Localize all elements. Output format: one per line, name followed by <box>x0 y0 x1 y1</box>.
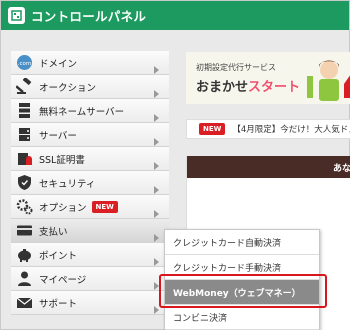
control-panel-logo-icon <box>8 7 25 24</box>
submenu-webmoney[interactable]: WebMoney（ウェブマネー） <box>165 280 319 305</box>
sidebar: .com ドメイン オークション 無料ネームサーバー サーバー SSL証明書 セ… <box>11 51 169 315</box>
sidebar-item-points[interactable]: ポイント <box>11 243 169 267</box>
chevron-right-icon <box>154 107 159 122</box>
chevron-right-icon <box>154 275 159 290</box>
domain-com-icon: .com <box>16 54 33 71</box>
sidebar-item-mypage[interactable]: マイページ <box>11 267 169 291</box>
sidebar-item-free-nameserver[interactable]: 無料ネームサーバー <box>11 99 169 123</box>
page-title: コントロールパネル <box>31 9 147 24</box>
sidebar-item-server[interactable]: サーバー <box>11 123 169 147</box>
promo-banner[interactable]: 初期設定代行サービス おまかせスタート <box>186 52 350 104</box>
sidebar-item-ssl[interactable]: SSL証明書 <box>11 147 169 171</box>
sidebar-item-payment[interactable]: 支払い <box>11 219 169 243</box>
server-icon <box>16 126 33 143</box>
payment-submenu: クレジットカード自動決済 クレジットカード手動決済 WebMoney（ウェブマネ… <box>164 229 320 330</box>
gavel-icon <box>16 78 33 95</box>
news-headline[interactable]: 【4月限定】今だけ！大人気ドメ <box>232 123 350 135</box>
chevron-right-icon <box>154 155 159 170</box>
chevron-right-icon <box>154 179 159 194</box>
submenu-credit-card-auto[interactable]: クレジットカード自動決済 <box>165 230 319 255</box>
chevron-right-icon <box>154 131 159 146</box>
panel-heading: あな <box>187 156 350 178</box>
sidebar-item-domain[interactable]: .com ドメイン <box>11 51 169 75</box>
shield-icon <box>16 174 33 191</box>
chevron-right-icon <box>154 59 159 74</box>
sidebar-item-security[interactable]: セキュリティ <box>11 171 169 195</box>
header-bar: コントロールパネル <box>1 1 349 30</box>
chevron-right-icon <box>154 251 159 266</box>
chevron-right-icon <box>154 83 159 98</box>
server-stack-icon <box>16 102 33 119</box>
support-character-icon <box>307 60 350 101</box>
ssl-lock-icon <box>16 150 33 167</box>
piggy-bank-icon <box>16 246 33 263</box>
news-new-badge: NEW <box>199 123 226 135</box>
sidebar-item-options[interactable]: オプション NEW <box>11 195 169 219</box>
chevron-right-icon <box>154 227 159 242</box>
chevron-right-icon <box>154 299 159 314</box>
credit-card-icon <box>16 222 33 239</box>
gears-icon <box>16 198 33 215</box>
submenu-credit-card-manual[interactable]: クレジットカード手動決済 <box>165 255 319 280</box>
chevron-right-icon <box>154 203 159 218</box>
mail-icon <box>16 294 33 311</box>
user-icon <box>16 270 33 287</box>
new-badge: NEW <box>91 200 118 213</box>
submenu-convenience-store[interactable]: コンビニ決済 <box>165 305 319 330</box>
sidebar-item-support[interactable]: サポート <box>11 291 169 315</box>
sidebar-item-auction[interactable]: オークション <box>11 75 169 99</box>
svg-text:.com: .com <box>18 61 32 67</box>
news-ticker[interactable]: NEW 【4月限定】今だけ！大人気ドメ <box>186 119 350 139</box>
